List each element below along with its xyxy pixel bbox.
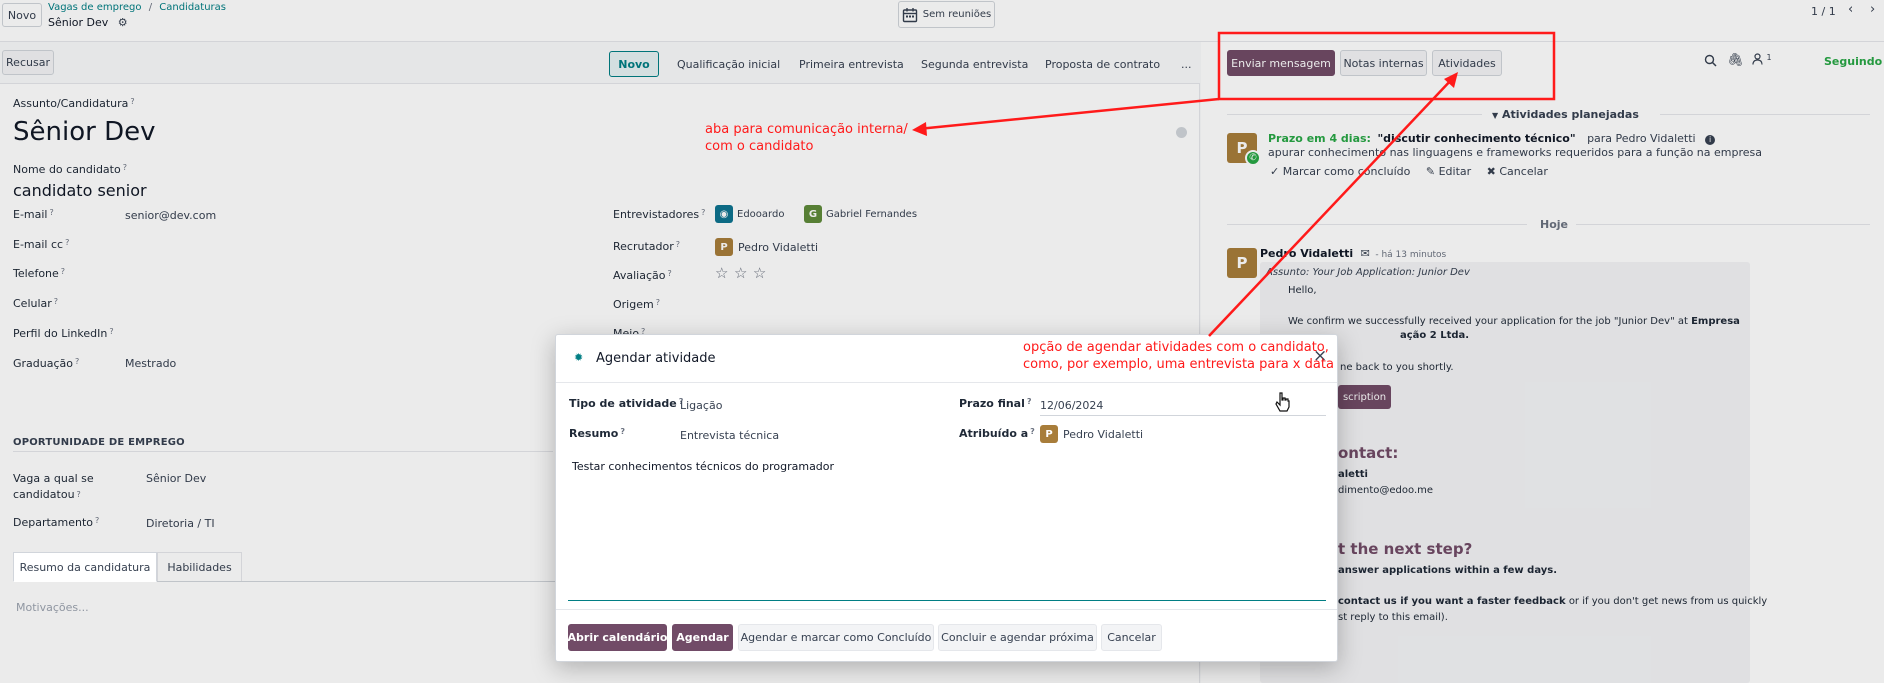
dialog-footer-divider	[556, 609, 1337, 610]
annotation-1-line-2: com o candidato	[705, 139, 814, 154]
bug-icon: ✹	[574, 351, 584, 364]
dialog-title: Agendar atividade	[596, 351, 716, 366]
due-date-label: Prazo final?	[959, 397, 1032, 410]
note-text: Testar conhecimentos técnicos do program…	[572, 460, 835, 473]
annotation-2-line-1: opção de agendar atividades com o candid…	[1023, 340, 1329, 355]
assigned-avatar: P	[1040, 425, 1058, 443]
annotation-2-line-2: como, por exemplo, uma entrevista para x…	[1023, 357, 1334, 372]
assigned-field[interactable]: P Pedro Vidaletti	[1040, 425, 1143, 443]
schedule-activity-dialog: ✹ Agendar atividade × Tipo de atividade?…	[555, 334, 1338, 662]
cancel-button[interactable]: Cancelar	[1101, 624, 1162, 651]
annotation-internal-comm: aba para comunicação interna/ com o cand…	[705, 121, 908, 155]
done-and-schedule-next-button[interactable]: Concluir e agendar próxima	[938, 624, 1097, 651]
summary-field[interactable]: Entrevista técnica	[680, 429, 779, 442]
dialog-header-divider	[556, 382, 1337, 383]
annotation-schedule-activities: opção de agendar atividades com o candid…	[1023, 339, 1334, 373]
schedule-and-done-button[interactable]: Agendar e marcar como Concluído	[738, 624, 934, 651]
hand-cursor-icon	[1275, 392, 1290, 412]
activity-type-label: Tipo de atividade?	[569, 397, 684, 410]
activity-type-field[interactable]: Ligação	[680, 399, 722, 412]
assigned-name: Pedro Vidaletti	[1063, 427, 1144, 441]
open-calendar-button[interactable]: Abrir calendário	[568, 624, 667, 651]
assigned-label: Atribuído a?	[959, 427, 1035, 440]
tab-summary[interactable]: Resumo da candidatura	[13, 552, 157, 582]
note-editor[interactable]: Testar conhecimentos técnicos do program…	[568, 456, 1326, 601]
summary-label: Resumo?	[569, 427, 625, 440]
tab-summary-label: Resumo da candidatura	[19, 560, 151, 574]
schedule-button[interactable]: Agendar	[672, 624, 733, 651]
annotation-1-line-1: aba para comunicação interna/	[705, 122, 908, 137]
